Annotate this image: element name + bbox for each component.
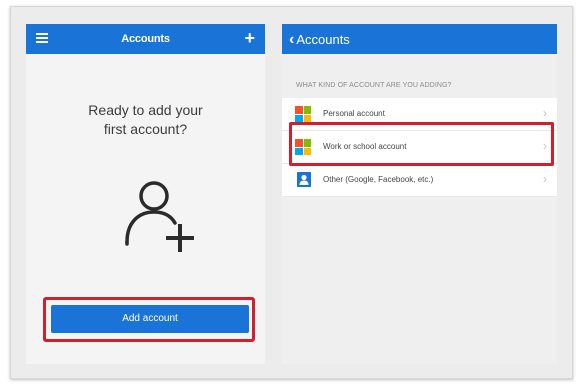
back-button[interactable]: ‹ Accounts <box>289 31 350 48</box>
contact-card-icon <box>297 172 311 187</box>
empty-state-prompt: Ready to add your first account? <box>26 101 265 139</box>
title-bar: Accounts + <box>26 24 265 54</box>
chevron-left-icon: ‹ <box>289 31 295 48</box>
title-bar: ‹ Accounts <box>282 24 557 54</box>
section-label: WHAT KIND OF ACCOUNT ARE YOU ADDING? <box>296 82 452 89</box>
work-account-highlight <box>289 122 554 166</box>
plus-icon[interactable]: + <box>244 28 255 48</box>
chevron-right-icon: › <box>543 172 547 186</box>
back-label: Accounts <box>296 32 350 47</box>
option-label: Personal account <box>323 109 385 118</box>
prompt-line-1: Ready to add your <box>88 102 203 118</box>
prompt-line-2: first account? <box>103 121 188 137</box>
account-type-screen: ‹ Accounts WHAT KIND OF ACCOUNT ARE YOU … <box>282 24 557 364</box>
microsoft-logo-icon <box>295 106 311 122</box>
add-account-button[interactable]: Add account <box>51 305 249 333</box>
option-other-account[interactable]: Other (Google, Facebook, etc.) › <box>282 164 557 197</box>
option-label: Other (Google, Facebook, etc.) <box>323 175 434 184</box>
add-person-icon <box>125 181 194 252</box>
screen-title: Accounts <box>121 33 170 45</box>
chevron-right-icon: › <box>543 106 547 120</box>
